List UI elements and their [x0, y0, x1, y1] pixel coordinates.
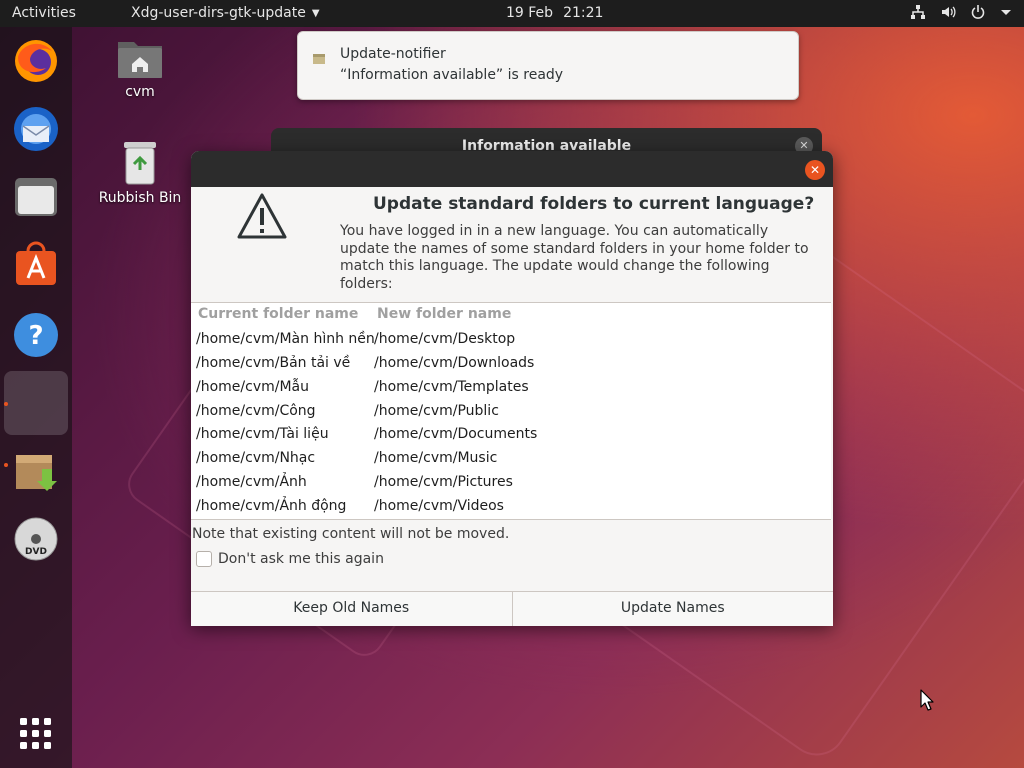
cell-current: /home/cvm/Ảnh [196, 474, 307, 490]
table-row[interactable]: /home/cvm/Tài liệu/home/cvm/Documents [191, 426, 831, 450]
cell-current: /home/cvm/Nhạc [196, 450, 316, 466]
thunderbird-icon [14, 107, 58, 151]
dialog-titlebar[interactable] [191, 151, 833, 187]
desktop-icon-home[interactable]: cvm [95, 36, 185, 100]
keep-old-names-button[interactable]: Keep Old Names [191, 592, 512, 626]
app-menu-label: Xdg-user-dirs-gtk-update [131, 5, 306, 21]
table-row[interactable]: /home/cvm/Bản tải về/home/cvm/Downloads [191, 355, 831, 379]
software-icon [16, 241, 56, 285]
table-row[interactable]: /home/cvm/Ảnh động/home/cvm/Videos [191, 498, 831, 522]
running-indicator [4, 402, 8, 406]
system-tray[interactable] [910, 4, 1012, 20]
svg-text:DVD: DVD [25, 547, 47, 557]
app-grid-icon [20, 718, 51, 749]
cell-current: /home/cvm/Ảnh động [196, 498, 347, 514]
dock: ? DVD [0, 27, 72, 768]
app-menu[interactable]: Xdg-user-dirs-gtk-update ▼ [131, 5, 320, 21]
dialog-button-bar: Keep Old Names Update Names [191, 591, 833, 626]
dvd-icon: DVD [14, 517, 58, 561]
dialog-heading: Update standard folders to current langu… [373, 194, 815, 214]
warning-icon [237, 193, 287, 239]
dont-ask-again-checkbox[interactable]: Don't ask me this again [196, 551, 384, 567]
power-icon [971, 5, 985, 19]
desktop-icon-label: cvm [125, 84, 155, 100]
dialog-note: Note that existing content will not be m… [192, 526, 510, 542]
cell-current: /home/cvm/Tài liệu [196, 426, 329, 442]
update-folders-dialog: ✕ Update standard folders to current lan… [191, 151, 833, 626]
desktop-icon-rubbish-bin[interactable]: Rubbish Bin [95, 140, 185, 206]
clock-date: 19 Feb [506, 5, 554, 21]
dock-item-archive-install[interactable] [10, 445, 62, 497]
mouse-pointer-icon [920, 689, 934, 711]
cell-current: /home/cvm/Công [196, 403, 316, 419]
cell-new: /home/cvm/Pictures [374, 474, 513, 490]
dialog-message: You have logged in in a new language. Yo… [340, 223, 809, 292]
show-applications-button[interactable] [20, 718, 52, 754]
dock-item-files[interactable] [10, 171, 62, 223]
column-header-new[interactable]: New folder name [377, 306, 511, 322]
cell-new: /home/cvm/Templates [374, 379, 529, 395]
clock-time: 21:21 [563, 5, 604, 21]
notification-body: “Information available” is ready [340, 67, 564, 83]
cell-new: /home/cvm/Videos [374, 498, 504, 514]
cell-current: /home/cvm/Màn hình nền [196, 331, 375, 347]
checkbox-box[interactable] [196, 551, 212, 567]
dock-item-software[interactable] [10, 239, 62, 291]
cell-new: /home/cvm/Downloads [374, 355, 535, 371]
clock[interactable]: 19 Feb 21:21 [506, 5, 603, 21]
dock-item-help[interactable]: ? [10, 309, 62, 361]
table-row[interactable]: /home/cvm/Mẫu/home/cvm/Templates [191, 379, 831, 403]
activities-button[interactable]: Activities [12, 5, 76, 21]
notification-title: Update-notifier [340, 46, 446, 62]
cell-new: /home/cvm/Documents [374, 426, 538, 442]
table-row[interactable]: /home/cvm/Màn hình nền/home/cvm/Desktop [191, 331, 831, 355]
svg-text:?: ? [28, 321, 43, 351]
update-names-button[interactable]: Update Names [511, 592, 833, 626]
cell-new: /home/cvm/Desktop [374, 331, 516, 347]
dock-item-active-window[interactable] [4, 371, 68, 435]
files-icon [15, 178, 57, 216]
cell-new: /home/cvm/Public [374, 403, 499, 419]
column-header-current[interactable]: Current folder name [198, 306, 358, 322]
cell-current: /home/cvm/Bản tải về [196, 355, 351, 371]
home-folder-icon [118, 42, 162, 78]
dock-item-dvd[interactable]: DVD [10, 513, 62, 565]
dock-item-firefox[interactable] [10, 35, 62, 87]
volume-icon [942, 6, 956, 18]
checkbox-label[interactable]: Don't ask me this again [218, 551, 384, 567]
top-bar: Activities Xdg-user-dirs-gtk-update ▼ 19 … [0, 0, 1024, 27]
cell-new: /home/cvm/Music [374, 450, 498, 466]
cell-current: /home/cvm/Mẫu [196, 379, 309, 395]
dialog-close-button[interactable]: ✕ [805, 160, 825, 180]
help-icon: ? [14, 313, 58, 357]
network-icon [911, 5, 925, 19]
trash-icon [124, 142, 156, 185]
chevron-down-icon [1001, 10, 1011, 15]
update-notifier-icon [313, 54, 325, 64]
notification-banner[interactable]: Update-notifier “Information available” … [297, 31, 799, 100]
table-row[interactable]: /home/cvm/Công/home/cvm/Public [191, 403, 831, 427]
desktop-icon-label: Rubbish Bin [98, 190, 182, 206]
firefox-icon [15, 40, 57, 82]
table-row[interactable]: /home/cvm/Ảnh/home/cvm/Pictures [191, 474, 831, 498]
running-indicator [4, 463, 8, 467]
archive-install-icon [16, 455, 57, 491]
table-row[interactable]: /home/cvm/Nhạc/home/cvm/Music [191, 450, 831, 474]
dock-item-thunderbird[interactable] [10, 103, 62, 155]
chevron-down-icon: ▼ [311, 8, 320, 19]
close-icon: ✕ [809, 163, 821, 177]
